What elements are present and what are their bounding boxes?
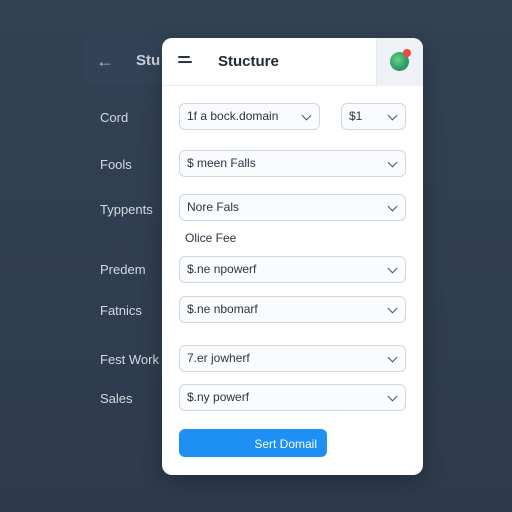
chevron-down-icon [387,391,398,402]
chevron-down-icon [301,110,312,121]
background-title: Stu [136,52,161,69]
predem-select-value: $.ne npowerf [187,262,257,276]
left-label-fools: Fools [100,157,132,172]
chevron-down-icon [387,263,398,274]
chevron-down-icon [387,201,398,212]
globe-app-icon[interactable] [376,38,423,86]
app-screen: ← Stu Cord Fools Typpents Predem Fatnics… [0,0,512,512]
hamburger-menu-icon[interactable] [178,56,192,68]
card-header: Stucture [162,38,423,86]
sales-select[interactable]: $.ny powerf [179,384,406,411]
typpents-select-value: Nore Fals [187,200,240,214]
left-label-typpents: Typpents [100,202,153,217]
arrow-left-icon[interactable]: ← [96,50,118,72]
fatnics-select[interactable]: $.ne nbomarf [179,296,406,323]
fools-select-value: $ meen Falls [187,156,256,170]
predem-select[interactable]: $.ne npowerf [179,256,406,283]
chevron-down-icon [387,110,398,121]
fatnics-select-value: $.ne nbomarf [187,302,258,316]
left-label-predem: Predem [100,262,146,277]
typpents-select[interactable]: Nore Fals [179,194,406,221]
left-label-fest-work: Fest Work [100,352,159,367]
sales-select-value: $.ny powerf [187,390,250,404]
left-label-sales: Sales [100,391,133,406]
notification-dot [403,49,411,57]
fest-work-select[interactable]: 7.er jowherf [179,345,406,372]
domain-select[interactable]: 1f a bock.domain [179,103,320,130]
chevron-down-icon [387,157,398,168]
card-title: Stucture [218,53,279,70]
left-label-cord: Cord [100,110,129,125]
chevron-down-icon [387,352,398,363]
fest-work-select-value: 7.er jowherf [187,351,250,365]
amount-select-value: $1 [349,109,363,123]
chevron-down-icon [387,303,398,314]
domain-select-value: 1f a bock.domain [187,109,279,123]
office-fee-label: Olice Fee [185,231,237,245]
amount-select[interactable]: $1 [341,103,406,130]
left-label-fatnics: Fatnics [100,303,142,318]
submit-domain-button[interactable]: Sert Domail [179,429,327,457]
fools-select[interactable]: $ meen Falls [179,150,406,177]
